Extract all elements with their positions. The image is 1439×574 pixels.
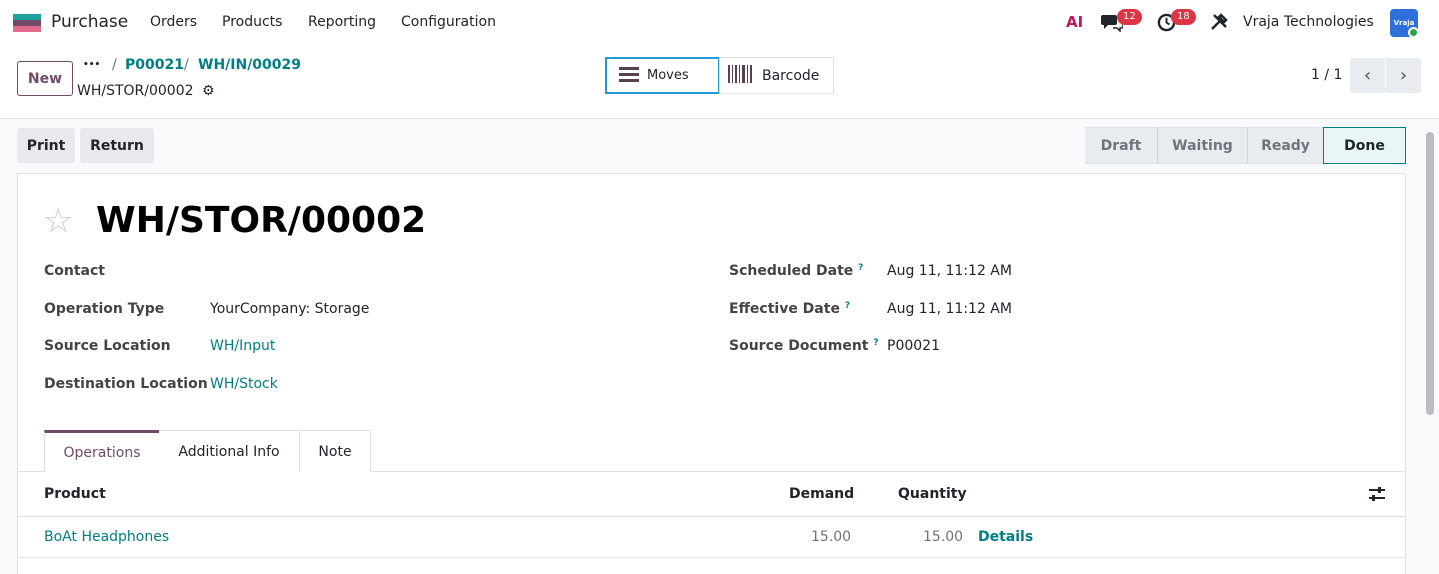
operation-type-field[interactable]: YourCompany: Storage <box>210 301 369 317</box>
menu-reporting[interactable]: Reporting <box>308 14 376 30</box>
column-settings-icon[interactable] <box>1368 486 1386 506</box>
breadcrumb-separator: / <box>112 57 117 73</box>
activities-badge: 18 <box>1171 9 1196 25</box>
chevron-right-icon: › <box>1399 65 1408 86</box>
barcode-label: Barcode <box>762 67 820 84</box>
source-location-label: Source Location <box>44 338 171 354</box>
moves-smart-button[interactable]: Moves <box>605 57 720 94</box>
effective-date-field[interactable]: Aug 11, 11:12 AM <box>887 301 1012 317</box>
barcode-icon <box>728 64 752 87</box>
tools-icon[interactable] <box>1210 13 1228 35</box>
header-divider <box>18 516 1405 517</box>
messages-badge: 12 <box>1117 9 1142 25</box>
chevron-left-icon: ‹ <box>1363 65 1372 86</box>
moves-label: Moves <box>647 68 689 83</box>
menu-orders[interactable]: Orders <box>150 14 197 30</box>
operation-type-label: Operation Type <box>44 301 165 317</box>
app-logo-icon[interactable] <box>13 14 41 32</box>
top-navbar: Purchase Orders Products Reporting Confi… <box>0 0 1439 46</box>
column-header-product[interactable]: Product <box>44 486 106 502</box>
favorite-star-icon[interactable]: ☆ <box>43 201 73 241</box>
pager-value[interactable]: 1 / 1 <box>1311 67 1342 83</box>
status-ready[interactable]: Ready <box>1247 127 1323 164</box>
online-status-icon <box>1408 27 1419 38</box>
gear-icon[interactable]: ⚙ <box>202 83 215 99</box>
destination-location-label: Destination Location <box>44 376 208 392</box>
new-button[interactable]: New <box>17 61 73 96</box>
ai-icon[interactable]: AI <box>1066 13 1083 31</box>
statusbar: Draft Waiting Ready Done <box>1085 127 1406 164</box>
help-icon[interactable]: ? <box>845 301 850 311</box>
record-title: WH/STOR/00002 <box>96 200 427 241</box>
column-header-demand[interactable]: Demand <box>789 486 854 502</box>
breadcrumb-receipt[interactable]: WH/IN/00029 <box>198 57 301 73</box>
barcode-smart-button[interactable]: Barcode <box>719 57 834 94</box>
return-button[interactable]: Return <box>80 128 154 163</box>
quantity-cell[interactable]: 15.00 <box>923 529 963 545</box>
column-header-quantity[interactable]: Quantity <box>898 486 967 502</box>
breadcrumb-separator: / <box>184 57 189 73</box>
product-cell[interactable]: BoAt Headphones <box>44 529 169 545</box>
source-location-field[interactable]: WH/Input <box>210 338 275 354</box>
scheduled-date-field[interactable]: Aug 11, 11:12 AM <box>887 263 1012 279</box>
breadcrumb-more-icon[interactable]: ••• <box>83 60 100 70</box>
pager-next-button[interactable]: › <box>1386 58 1421 93</box>
source-document-field[interactable]: P00021 <box>887 338 940 354</box>
list-icon <box>619 66 639 86</box>
demand-cell: 15.00 <box>811 529 852 545</box>
company-switcher[interactable]: Vraja Technologies <box>1243 14 1374 30</box>
tab-additional-info[interactable]: Additional Info <box>159 430 300 472</box>
scheduled-date-label: Scheduled Date ? <box>729 263 864 279</box>
pager-previous-button[interactable]: ‹ <box>1350 58 1385 93</box>
menu-products[interactable]: Products <box>222 14 282 30</box>
print-button[interactable]: Print <box>17 128 75 163</box>
effective-date-label: Effective Date ? <box>729 301 851 317</box>
scrollbar[interactable] <box>1426 132 1434 415</box>
breadcrumb-purchase-order[interactable]: P00021 <box>125 57 184 73</box>
breadcrumb-current: WH/STOR/00002 <box>77 83 194 99</box>
source-document-label: Source Document ? <box>729 338 879 354</box>
status-waiting[interactable]: Waiting <box>1157 127 1247 164</box>
details-button[interactable]: Details <box>978 529 1033 545</box>
destination-location-field[interactable]: WH/Stock <box>210 376 278 392</box>
tab-operations[interactable]: Operations <box>44 430 160 472</box>
help-icon[interactable]: ? <box>858 263 863 273</box>
app-name[interactable]: Purchase <box>51 12 128 32</box>
menu-configuration[interactable]: Configuration <box>401 14 496 30</box>
row-divider <box>18 557 1405 558</box>
contact-label: Contact <box>44 263 105 279</box>
control-panel: New ••• / P00021 / WH/IN/00029 WH/STOR/0… <box>0 46 1439 119</box>
status-done[interactable]: Done <box>1323 127 1406 164</box>
help-icon[interactable]: ? <box>873 338 878 348</box>
status-draft[interactable]: Draft <box>1085 127 1157 164</box>
tab-note[interactable]: Note <box>299 430 371 472</box>
